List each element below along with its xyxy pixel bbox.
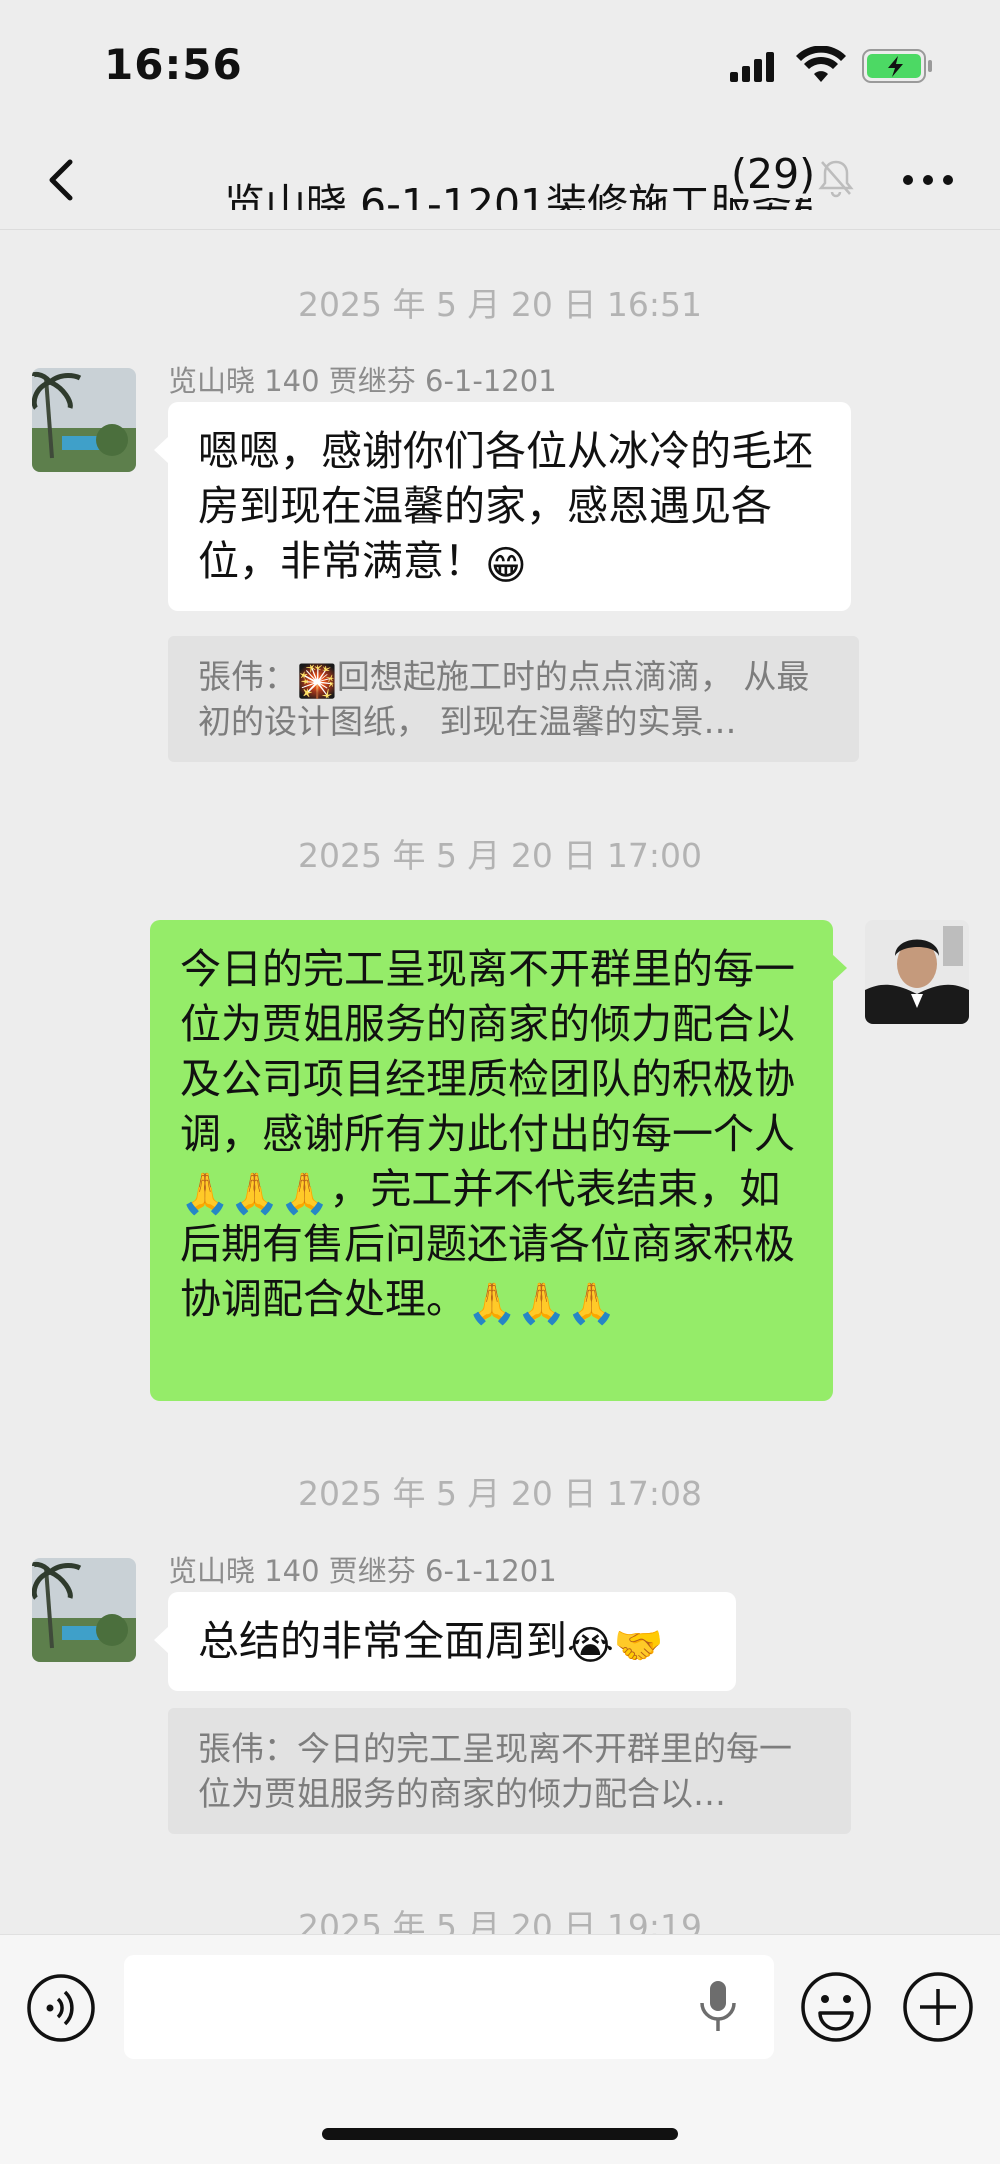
message-timestamp: 2025 年 5 月 20 日 16:51 [297, 285, 702, 324]
message-text: 总结的非常全面周到 [198, 1617, 567, 1665]
more-dots-icon[interactable] [900, 162, 956, 198]
avatar[interactable] [32, 1558, 136, 1662]
status-bar: 16:56 [0, 0, 1000, 130]
sender-name: 览山晓 140 贾继芬 6-1-1201 [168, 364, 557, 398]
cellular-signal-icon [730, 52, 774, 82]
emoji-face-icon[interactable] [800, 1971, 872, 2043]
bell-slash-icon [818, 160, 854, 198]
chat-title: 览山晓 6-1-1201装修施工服务群 [224, 180, 812, 210]
voice-icon[interactable] [26, 1973, 96, 2043]
folded-hands-emoji-icon: 🙏🙏🙏 [180, 1171, 330, 1217]
fireworks-emoji-icon: 🎇 [297, 662, 337, 700]
message-text: 今日的完工呈现离不开群里的每一位为贾姐服务的商家的倾力配合以及公司项目经理质检团… [180, 945, 795, 1158]
back-chevron-left-icon[interactable] [36, 152, 86, 208]
message-bubble[interactable]: 总结的非常全面周到😭🤝 [154, 1592, 736, 1691]
home-indicator[interactable] [322, 2128, 678, 2140]
plus-circle-icon[interactable] [902, 1971, 974, 2043]
sender-name: 览山晓 140 贾继芬 6-1-1201 [168, 1554, 557, 1588]
message-bubble[interactable]: 嗯嗯，感谢你们各位从冰冷的毛坯房到现在温馨的家，感恩遇见各位，非常满意！😁 [154, 402, 851, 611]
member-count: (29) [727, 150, 816, 198]
crying-handshake-emoji-icon: 😭🤝 [567, 1623, 664, 1669]
message-input[interactable] [124, 1955, 774, 2059]
grin-emoji-icon: 😁 [485, 543, 527, 589]
quoted-message[interactable]: 張伟：今日的完工呈现离不开群里的每一位为贾姐服务的商家的倾力配合以… [168, 1708, 851, 1834]
folded-hands-emoji-icon: 🙏🙏🙏 [467, 1281, 617, 1327]
avatar[interactable] [32, 368, 136, 472]
message-timestamp: 2025 年 5 月 20 日 17:08 [297, 1474, 702, 1513]
wifi-icon [796, 46, 846, 82]
message-timestamp: 2025 年 5 月 20 日 17:00 [297, 836, 702, 875]
self-avatar[interactable] [865, 920, 969, 1024]
chat-title-container: 览山晓 6-1-1201装修施工服务群 [112, 150, 812, 210]
message-bubble-self[interactable]: 今日的完工呈现离不开群里的每一位为贾姐服务的商家的倾力配合以及公司项目经理质检团… [150, 920, 847, 1401]
quoted-message[interactable]: 張伟：🎇回想起施工时的点点滴滴， 从最初的设计图纸， 到现在温馨的实景… [168, 636, 859, 762]
battery-charging-icon [862, 49, 932, 83]
status-time: 16:56 [104, 40, 243, 89]
mic-icon[interactable] [698, 1979, 738, 2035]
quote-author: 張伟： [198, 1729, 297, 1768]
chat-header: 览山晓 6-1-1201装修施工服务群 (29) [0, 130, 1000, 230]
quote-author: 張伟： [198, 657, 297, 696]
